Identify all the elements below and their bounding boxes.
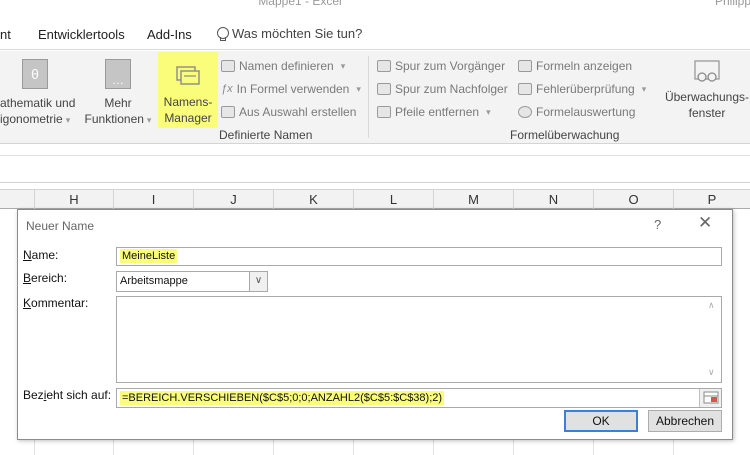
- defined-names-group-label: Definierte Namen: [219, 128, 313, 142]
- lightbulb-icon: [217, 26, 229, 41]
- ok-button[interactable]: OK: [564, 410, 638, 432]
- column-header-i[interactable]: I: [114, 190, 194, 209]
- scope-select[interactable]: Arbeitsmappe ∨: [116, 271, 268, 292]
- trace-precedents-label: Spur zum Vorgänger: [395, 59, 506, 73]
- refers-to-value: =BEREICH.VERSCHIEBEN($C$5;0;0;ANZAHL2($C…: [120, 391, 445, 405]
- comment-label: Kommentar:: [23, 296, 89, 310]
- more-functions-label-2: Funktionen: [84, 112, 144, 126]
- define-name-label: Namen definieren: [239, 59, 334, 73]
- evaluate-formula-icon: [518, 106, 532, 118]
- more-functions-button[interactable]: … Mehr Funktionen ▾: [82, 59, 154, 128]
- fx-icon: ƒx: [221, 83, 233, 95]
- formula-bar-line: [0, 155, 750, 156]
- evaluate-formula-button[interactable]: Formelauswertung: [518, 101, 635, 123]
- column-header-p[interactable]: P: [674, 190, 750, 209]
- name-input-value: MeineListe: [120, 249, 178, 263]
- names-manager-button[interactable]: Namens- Manager: [158, 60, 218, 126]
- title-bar: Mappe1 - Excel Philipp: [0, 0, 750, 18]
- comment-scrollbar[interactable]: ∧ ∨: [705, 297, 721, 382]
- chevron-down-icon[interactable]: ∨: [249, 272, 267, 291]
- show-formulas-icon: [518, 60, 532, 72]
- refers-to-input[interactable]: =BEREICH.VERSCHIEBEN($C$5;0;0;ANZAHL2($C…: [116, 388, 722, 408]
- more-functions-icon: …: [105, 59, 131, 89]
- scroll-down-icon[interactable]: ∨: [708, 367, 715, 378]
- math-trig-label-2: igonometrie: [0, 112, 63, 126]
- evaluate-formula-label: Formelauswertung: [536, 105, 636, 119]
- error-checking-label: Fehlerüberprüfung: [536, 82, 635, 96]
- menu-bar: nt Entwicklertools Add-Ins Was möchten S…: [0, 18, 750, 50]
- column-header-o[interactable]: O: [594, 190, 674, 209]
- use-in-formula-button[interactable]: ƒx In Formel verwenden ▾: [221, 78, 361, 100]
- tab-add-ins[interactable]: Add-Ins: [147, 27, 192, 42]
- collapse-dialog-icon[interactable]: [699, 389, 721, 407]
- column-header-m[interactable]: M: [434, 190, 514, 209]
- watch-window-button[interactable]: Überwachungs- fenster: [664, 59, 750, 121]
- trace-dependents-icon: [377, 83, 391, 95]
- tab-view[interactable]: nt: [0, 27, 11, 42]
- math-trig-button[interactable]: θ athematik und igonometrie ▾: [0, 59, 80, 128]
- tell-me-search[interactable]: Was möchten Sie tun?: [217, 26, 362, 41]
- watch-window-icon: [693, 59, 721, 85]
- column-header-l[interactable]: L: [354, 190, 434, 209]
- tab-developer-tools[interactable]: Entwicklertools: [38, 27, 125, 42]
- names-manager-label-1: Namens-: [163, 95, 213, 109]
- window-title: Mappe1 - Excel: [258, 0, 342, 8]
- define-name-icon: [221, 60, 235, 72]
- help-button[interactable]: ?: [654, 217, 661, 232]
- trace-dependents-label: Spur zum Nachfolger: [395, 82, 508, 96]
- watch-window-label-2: fenster: [688, 106, 726, 120]
- create-from-selection-label: Aus Auswahl erstellen: [239, 105, 357, 119]
- column-header-h[interactable]: H: [35, 190, 114, 209]
- more-functions-label-1: Mehr: [104, 96, 132, 110]
- error-checking-button[interactable]: Fehlerüberprüfung ▾: [518, 78, 646, 100]
- name-input[interactable]: MeineListe: [116, 247, 722, 266]
- formula-bar-area: [0, 145, 750, 183]
- scope-select-value: Arbeitsmappe: [120, 275, 188, 287]
- tell-me-label: Was möchten Sie tun?: [232, 26, 363, 41]
- use-in-formula-label: In Formel verwenden: [236, 82, 350, 96]
- error-checking-icon: [518, 83, 532, 95]
- names-manager-label-2: Manager: [164, 111, 212, 125]
- name-label: Name:: [23, 248, 59, 262]
- comment-textarea[interactable]: ∧ ∨: [116, 296, 722, 383]
- dialog-title: Neuer Name: [26, 219, 95, 233]
- column-header-j[interactable]: J: [194, 190, 274, 209]
- trace-precedents-button[interactable]: Spur zum Vorgänger: [377, 55, 505, 77]
- trace-dependents-button[interactable]: Spur zum Nachfolger: [377, 78, 508, 100]
- create-from-selection-icon: [221, 106, 235, 118]
- formula-auditing-group-label: Formelüberwachung: [510, 128, 620, 142]
- define-name-button[interactable]: Namen definieren ▾: [221, 55, 345, 77]
- close-button[interactable]: ✕: [698, 213, 712, 233]
- watch-window-label-1: Überwachungs-: [664, 90, 750, 104]
- scope-label: Bereich:: [23, 271, 68, 285]
- ribbon-divider: [368, 56, 369, 138]
- refers-to-label: Bezieht sich auf:: [23, 388, 112, 402]
- remove-arrows-button[interactable]: Pfeile entfernen ▾: [377, 101, 491, 123]
- new-name-dialog: Neuer Name ? ✕ Name: MeineListe Bereich:…: [17, 209, 733, 440]
- show-formulas-label: Formeln anzeigen: [536, 59, 633, 73]
- column-header-n[interactable]: N: [514, 190, 594, 209]
- column-header-g[interactable]: [0, 190, 35, 209]
- create-from-selection-button[interactable]: Aus Auswahl erstellen: [221, 101, 356, 123]
- remove-arrows-icon: [377, 106, 391, 118]
- cancel-button[interactable]: Abbrechen: [648, 410, 722, 432]
- theta-icon: θ: [22, 59, 48, 89]
- column-headers: H I J K L M N O P: [0, 189, 750, 209]
- trace-precedents-icon: [377, 60, 391, 72]
- remove-arrows-label: Pfeile entfernen: [395, 105, 480, 119]
- show-formulas-button[interactable]: Formeln anzeigen: [518, 55, 632, 77]
- names-manager-icon: [174, 63, 202, 87]
- scroll-up-icon[interactable]: ∧: [708, 300, 715, 311]
- column-header-k[interactable]: K: [274, 190, 354, 209]
- user-name: Philipp: [715, 0, 750, 8]
- math-trig-label-1: athematik und: [0, 96, 76, 110]
